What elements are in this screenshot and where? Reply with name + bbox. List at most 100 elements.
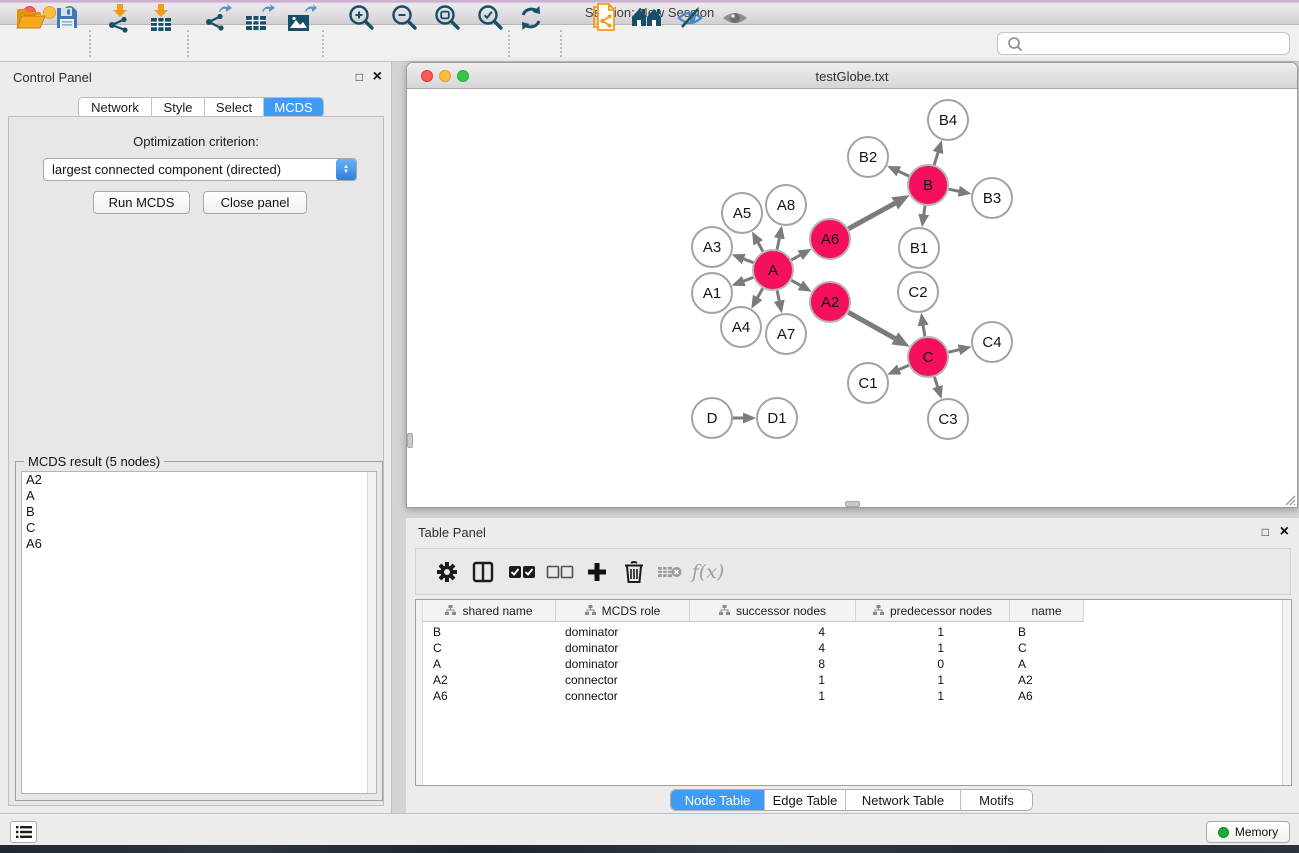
edge-A-A7[interactable] [777,291,779,303]
graph-node-A1[interactable]: A1 [692,273,732,313]
vertical-scrollbar-stub[interactable] [407,433,413,448]
graph-node-D[interactable]: D [692,398,732,438]
edge-B-B2[interactable] [897,171,909,177]
mcds-result-list[interactable]: A2ABCA6 [21,471,377,794]
zoom-fit-icon[interactable] [430,1,464,34]
table-cell[interactable]: A [1010,656,1084,672]
edge-A-A5[interactable] [757,241,763,251]
tab-style[interactable]: Style [152,98,205,117]
close-table-panel-icon[interactable]: × [1280,526,1289,538]
float-table-panel-icon[interactable]: □ [1262,525,1269,539]
graph-node-B[interactable]: B [908,165,948,205]
deselect-all-checkboxes-icon[interactable] [544,556,576,588]
graph-node-A3[interactable]: A3 [692,227,732,267]
float-panel-icon[interactable]: □ [356,70,363,84]
edge-A-A1[interactable] [742,277,753,281]
optimization-criterion-dropdown[interactable]: largest connected component (directed) ▲… [43,158,357,181]
graph-node-A2[interactable]: A2 [810,282,850,322]
split-view-icon[interactable] [467,556,499,588]
mcds-result-item[interactable]: B [22,504,376,520]
network-window-titlebar[interactable]: testGlobe.txt [407,63,1297,89]
table-cell[interactable]: 1 [690,688,856,704]
table-cell[interactable]: 1 [856,688,1010,704]
run-mcds-button[interactable]: Run MCDS [93,191,190,214]
table-cell[interactable]: A [423,656,556,672]
table-scrollbar[interactable] [1282,600,1291,785]
search-field[interactable] [997,32,1290,55]
select-all-checkboxes-icon[interactable] [506,556,538,588]
table-row[interactable]: Bdominator41B [423,624,1084,640]
graph-node-B3[interactable]: B3 [972,178,1012,218]
column-header-successor-nodes[interactable]: successor nodes [690,600,856,622]
table-cell[interactable]: C [1010,640,1084,656]
table-cell[interactable]: 1 [690,672,856,688]
table-cell[interactable]: connector [556,688,690,704]
tab-motifs[interactable]: Motifs [961,790,1032,810]
graph-node-A[interactable]: A [753,250,793,290]
edge-A-A8[interactable] [777,236,780,249]
table-cell[interactable]: 1 [856,672,1010,688]
edge-C-C3[interactable] [934,377,938,389]
table-cell[interactable]: connector [556,672,690,688]
mcds-result-item[interactable]: A2 [22,472,376,488]
close-panel-icon[interactable]: × [373,71,382,83]
graph-node-C2[interactable]: C2 [898,272,938,312]
column-header-shared-name[interactable]: shared name [423,600,556,622]
table-settings-icon[interactable] [431,556,463,588]
edge-A6-B[interactable] [848,202,896,228]
mcds-result-item[interactable]: C [22,520,376,536]
close-panel-button[interactable]: Close panel [203,191,307,214]
import-network-icon[interactable] [102,1,136,34]
network-canvas[interactable]: B4B2BB3A8A5A6A3B1AC2A1A2A4A7C4CC1DD1C3 [407,89,1297,507]
table-cell[interactable]: B [1010,624,1084,640]
edge-A-A4[interactable] [757,288,763,299]
graph-node-B4[interactable]: B4 [928,100,968,140]
table-cell[interactable]: 1 [856,624,1010,640]
graph-node-A4[interactable]: A4 [721,307,761,347]
resize-grip[interactable] [1282,492,1296,506]
graph-node-A7[interactable]: A7 [766,314,806,354]
table-cell[interactable]: A6 [423,688,556,704]
table-cell[interactable]: A2 [1010,672,1084,688]
import-table-icon[interactable] [144,1,178,34]
graph-node-B1[interactable]: B1 [899,228,939,268]
edge-A2-C[interactable] [848,312,896,339]
graph-node-C[interactable]: C [908,337,948,377]
table-cell[interactable]: 4 [690,640,856,656]
edge-C-C2[interactable] [923,324,925,337]
table-cell[interactable]: A2 [423,672,556,688]
edge-B-B3[interactable] [949,189,961,191]
table-cell[interactable]: 0 [856,656,1010,672]
edge-A-A2[interactable] [791,280,802,286]
memory-button[interactable]: Memory [1206,821,1290,843]
mcds-result-item[interactable]: A [22,488,376,504]
table-cell[interactable]: dominator [556,640,690,656]
table-cell[interactable]: C [423,640,556,656]
refresh-icon[interactable] [514,1,548,34]
edge-A-A6[interactable] [791,254,801,260]
delete-table-icon[interactable] [654,556,686,588]
graph-node-C1[interactable]: C1 [848,363,888,403]
table-row[interactable]: A6connector11A6 [423,688,1084,704]
edge-C-C4[interactable] [948,349,960,352]
tab-select[interactable]: Select [205,98,264,117]
show-graphics-details-icon[interactable] [718,1,752,34]
table-row[interactable]: Cdominator41C [423,640,1084,656]
tab-network-table[interactable]: Network Table [846,790,961,810]
table-cell[interactable]: dominator [556,656,690,672]
export-network-icon[interactable] [200,1,234,34]
table-row[interactable]: Adominator80A [423,656,1084,672]
save-session-icon[interactable] [50,1,84,34]
hide-graphics-details-icon[interactable] [673,1,707,34]
tab-network[interactable]: Network [79,98,152,117]
zoom-selected-icon[interactable] [473,1,507,34]
edge-C-C1[interactable] [897,365,908,370]
node-table[interactable]: shared nameMCDS rolesuccessor nodesprede… [415,599,1292,786]
delete-columns-icon[interactable] [618,556,650,588]
graph-node-A6[interactable]: A6 [810,219,850,259]
export-table-icon[interactable] [242,1,276,34]
tab-mcds[interactable]: MCDS [264,98,323,117]
graph-node-A5[interactable]: A5 [722,193,762,233]
task-history-button[interactable] [10,821,37,843]
graph-node-B2[interactable]: B2 [848,137,888,177]
